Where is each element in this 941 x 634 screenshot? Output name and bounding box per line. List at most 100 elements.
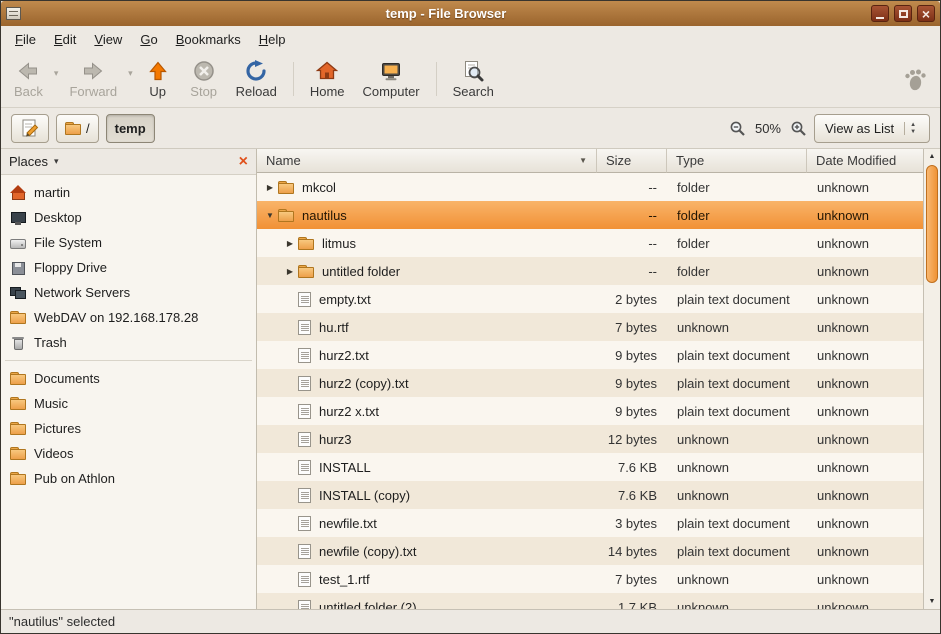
- date-cell: unknown: [807, 544, 923, 559]
- table-row[interactable]: ▶mkcol -- folder unknown: [257, 173, 923, 201]
- file-name: untitled folder (2): [319, 600, 417, 610]
- type-cell: plain text document: [667, 376, 807, 391]
- type-cell: plain text document: [667, 404, 807, 419]
- minimize-icon: [876, 17, 884, 19]
- path-button-current[interactable]: temp: [106, 114, 155, 143]
- size-cell: 9 bytes: [597, 404, 667, 419]
- toggle-location-entry-button[interactable]: [11, 114, 49, 143]
- date-cell: unknown: [807, 180, 923, 195]
- table-row[interactable]: INSTALL (copy) 7.6 KB unknown unknown: [257, 481, 923, 509]
- statusbar: "nautilus" selected: [1, 609, 940, 633]
- column-label: Date Modified: [816, 153, 896, 168]
- close-button[interactable]: ×: [917, 5, 935, 22]
- column-header-name[interactable]: Name▼: [257, 149, 597, 173]
- column-header-size[interactable]: Size: [597, 149, 667, 173]
- table-row[interactable]: INSTALL 7.6 KB unknown unknown: [257, 453, 923, 481]
- scrollbar-trough[interactable]: [924, 284, 940, 594]
- name-cell: ▼nautilus: [257, 208, 597, 223]
- places-sidebar: Places ▾ × martin Desktop File System Fl…: [1, 149, 257, 609]
- date-cell: unknown: [807, 432, 923, 447]
- table-row[interactable]: empty.txt 2 bytes plain text document un…: [257, 285, 923, 313]
- table-row[interactable]: hurz3 12 bytes unknown unknown: [257, 425, 923, 453]
- sidebar-item-desktop[interactable]: Desktop: [1, 205, 256, 230]
- file-icon: [298, 572, 311, 587]
- table-row[interactable]: untitled folder (2) 1.7 KB unknown unkno…: [257, 593, 923, 609]
- column-header-date-modified[interactable]: Date Modified: [807, 149, 923, 173]
- minimize-button[interactable]: [871, 5, 889, 22]
- window-title: temp - File Browser: [26, 6, 866, 21]
- table-row[interactable]: newfile.txt 3 bytes plain text document …: [257, 509, 923, 537]
- table-row[interactable]: hu.rtf 7 bytes unknown unknown: [257, 313, 923, 341]
- maximize-icon: [899, 10, 908, 18]
- stop-button[interactable]: Stop: [181, 56, 227, 102]
- sidebar-item-pictures[interactable]: Pictures: [1, 416, 256, 441]
- sidebar-item-label: Network Servers: [34, 285, 130, 300]
- expander-expanded-icon[interactable]: ▼: [262, 211, 278, 220]
- date-cell: unknown: [807, 376, 923, 391]
- vertical-scrollbar[interactable]: ▲ ▼: [923, 149, 940, 609]
- drive-icon: [10, 235, 26, 251]
- file-name: newfile.txt: [319, 516, 377, 531]
- table-row[interactable]: newfile (copy).txt 14 bytes plain text d…: [257, 537, 923, 565]
- folder-icon: [298, 265, 314, 278]
- maximize-button[interactable]: [894, 5, 912, 22]
- sidebar-item-floppy-drive[interactable]: Floppy Drive: [1, 255, 256, 280]
- reload-button[interactable]: Reload: [227, 56, 286, 102]
- expander-collapsed-icon[interactable]: ▶: [282, 267, 298, 276]
- zoom-out-button[interactable]: [729, 120, 746, 137]
- computer-button[interactable]: Computer: [354, 56, 429, 102]
- expander-collapsed-icon[interactable]: ▶: [262, 183, 278, 192]
- file-icon: [298, 292, 311, 307]
- scroll-down-button[interactable]: ▼: [924, 594, 940, 609]
- table-row[interactable]: ▶untitled folder -- folder unknown: [257, 257, 923, 285]
- file-name: INSTALL: [319, 460, 371, 475]
- sidebar-item-documents[interactable]: Documents: [1, 366, 256, 391]
- sidebar-close-button[interactable]: ×: [239, 154, 248, 170]
- sidebar-item-network-servers[interactable]: Network Servers: [1, 280, 256, 305]
- menu-help[interactable]: Help: [251, 29, 294, 50]
- home-button[interactable]: Home: [301, 56, 354, 102]
- search-icon: [461, 59, 485, 83]
- sidebar-item-webdav[interactable]: WebDAV on 192.168.178.28: [1, 305, 256, 330]
- places-list: martin Desktop File System Floppy Drive …: [1, 175, 256, 609]
- spinner-arrows-icon: ▲▼: [904, 122, 916, 135]
- menu-view[interactable]: View: [86, 29, 130, 50]
- table-row[interactable]: hurz2 x.txt 9 bytes plain text document …: [257, 397, 923, 425]
- menu-go[interactable]: Go: [132, 29, 165, 50]
- table-row[interactable]: ▶litmus -- folder unknown: [257, 229, 923, 257]
- sidebar-item-martin[interactable]: martin: [1, 180, 256, 205]
- size-cell: 3 bytes: [597, 516, 667, 531]
- sidebar-item-videos[interactable]: Videos: [1, 441, 256, 466]
- scrollbar-thumb[interactable]: [926, 165, 938, 283]
- up-button[interactable]: Up: [135, 56, 181, 102]
- menu-file[interactable]: File: [7, 29, 44, 50]
- table-row-selected[interactable]: ▼nautilus -- folder unknown: [257, 201, 923, 229]
- back-button[interactable]: Back: [5, 56, 52, 102]
- menu-edit[interactable]: Edit: [46, 29, 84, 50]
- zoom-in-button[interactable]: [790, 120, 807, 137]
- search-button[interactable]: Search: [444, 56, 503, 102]
- type-cell: folder: [667, 236, 807, 251]
- table-row[interactable]: hurz2.txt 9 bytes plain text document un…: [257, 341, 923, 369]
- sidebar-item-pub-on-athlon[interactable]: Pub on Athlon: [1, 466, 256, 491]
- sidebar-item-music[interactable]: Music: [1, 391, 256, 416]
- table-row[interactable]: test_1.rtf 7 bytes unknown unknown: [257, 565, 923, 593]
- expander-collapsed-icon[interactable]: ▶: [282, 239, 298, 248]
- file-icon: [298, 516, 311, 531]
- file-name: mkcol: [302, 180, 336, 195]
- forward-history-dropdown[interactable]: ▾: [126, 68, 135, 79]
- menu-bookmarks[interactable]: Bookmarks: [168, 29, 249, 50]
- table-row[interactable]: hurz2 (copy).txt 9 bytes plain text docu…: [257, 369, 923, 397]
- column-header-type[interactable]: Type: [667, 149, 807, 173]
- scroll-up-button[interactable]: ▲: [924, 149, 940, 164]
- app-icon: [6, 7, 21, 20]
- back-history-dropdown[interactable]: ▾: [52, 68, 61, 79]
- type-cell: plain text document: [667, 544, 807, 559]
- name-cell: newfile.txt: [257, 516, 597, 531]
- sidebar-item-trash[interactable]: Trash: [1, 330, 256, 355]
- forward-button[interactable]: Forward: [60, 56, 126, 102]
- sidebar-item-file-system[interactable]: File System: [1, 230, 256, 255]
- view-mode-select[interactable]: View as List ▲▼: [814, 114, 930, 143]
- path-button-root[interactable]: /: [56, 114, 99, 143]
- sidebar-pane-select[interactable]: Places ▾: [9, 154, 59, 169]
